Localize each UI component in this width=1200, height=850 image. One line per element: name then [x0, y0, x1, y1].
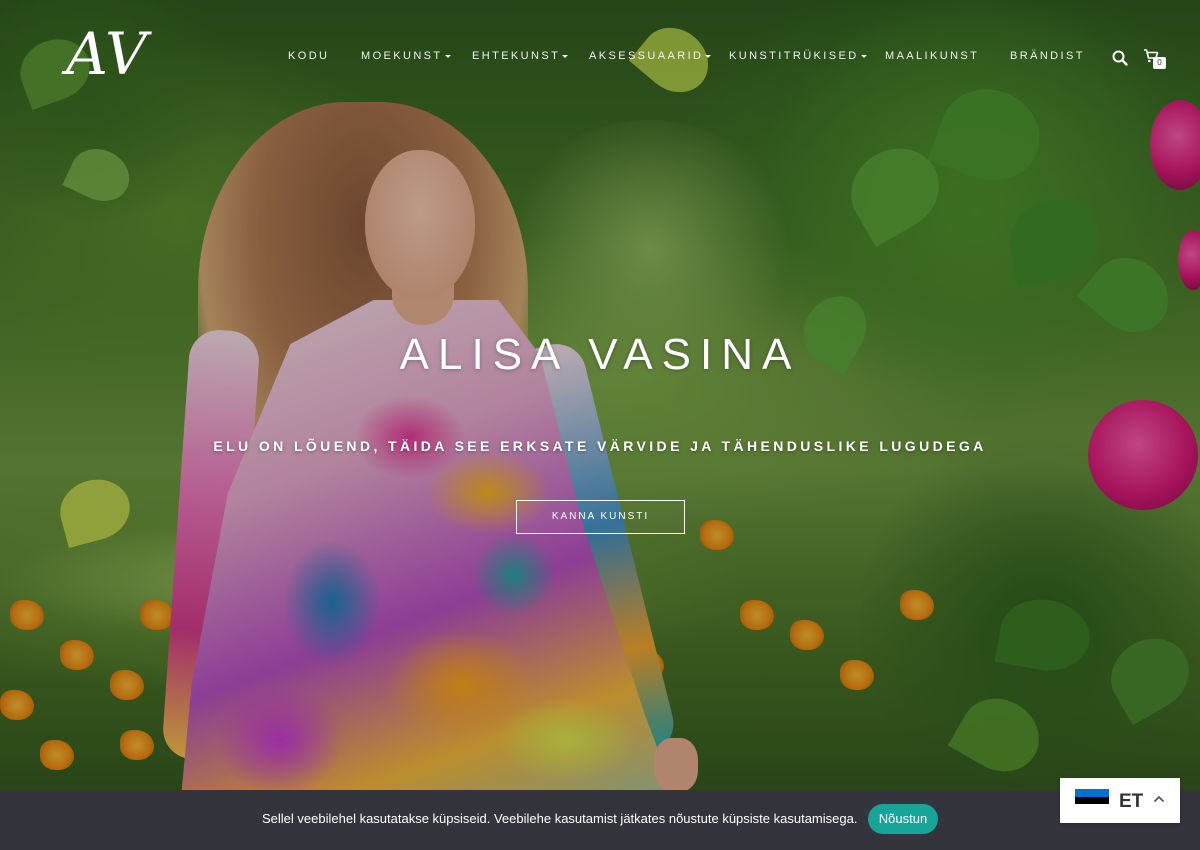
hero-dim-overlay [0, 0, 1200, 850]
cart-count-badge: 0 [1153, 57, 1166, 69]
nav-item-maalikunst[interactable]: MAALIKUNST [885, 50, 979, 62]
chevron-up-icon [1152, 792, 1166, 806]
hero-subtitle: ELU ON LÕUEND, TÄIDA SEE ERKSATE VÄRVIDE… [213, 438, 987, 454]
language-switcher[interactable]: ET [1060, 778, 1180, 823]
nav-item-label: KUNSTITRÜKISED [729, 50, 859, 62]
nav-item-label: AKSESSUAARID [589, 50, 704, 62]
caret-down-icon [562, 54, 569, 58]
hero-title: ALISA VASINA [399, 330, 801, 379]
nav-item-label: EHTEKUNST [472, 50, 561, 62]
nav-item-label: KODU [288, 50, 330, 62]
nav-item-kodu[interactable]: KODU [288, 50, 329, 62]
nav-item-ehtekunst[interactable]: EHTEKUNST [472, 50, 569, 62]
hero-background-photo [0, 0, 1200, 850]
cookie-consent-bar: Sellel veebilehel kasutatakse küpsiseid.… [0, 790, 1200, 850]
cookie-accept-button[interactable]: Nõustun [868, 804, 938, 834]
caret-down-icon [705, 54, 712, 58]
language-code: ET [1119, 791, 1144, 812]
nav-item-label: MOEKUNST [361, 50, 443, 62]
search-icon[interactable] [1112, 50, 1128, 66]
caret-down-icon [444, 54, 451, 58]
estonian-flag-icon [1075, 789, 1109, 812]
caret-down-icon [860, 54, 867, 58]
nav-item-brandist[interactable]: BRÄNDIST [1010, 50, 1085, 62]
nav-item-label: BRÄNDIST [1010, 50, 1085, 62]
nav-item-moekunst[interactable]: MOEKUNST [361, 50, 451, 62]
nav-item-label: MAALIKUNST [885, 50, 980, 62]
main-navigation: KODU MOEKUNST EHTEKUNST AKSESSUAARID KUN… [0, 50, 1200, 66]
cookie-notice-text: Sellel veebilehel kasutatakse küpsiseid.… [262, 811, 858, 826]
nav-item-kunstitrukised[interactable]: KUNSTITRÜKISED [729, 50, 867, 62]
nav-item-aksessuaarid[interactable]: AKSESSUAARID [589, 50, 712, 62]
shop-cta-button[interactable]: KANNA KUNSTI [516, 500, 685, 534]
